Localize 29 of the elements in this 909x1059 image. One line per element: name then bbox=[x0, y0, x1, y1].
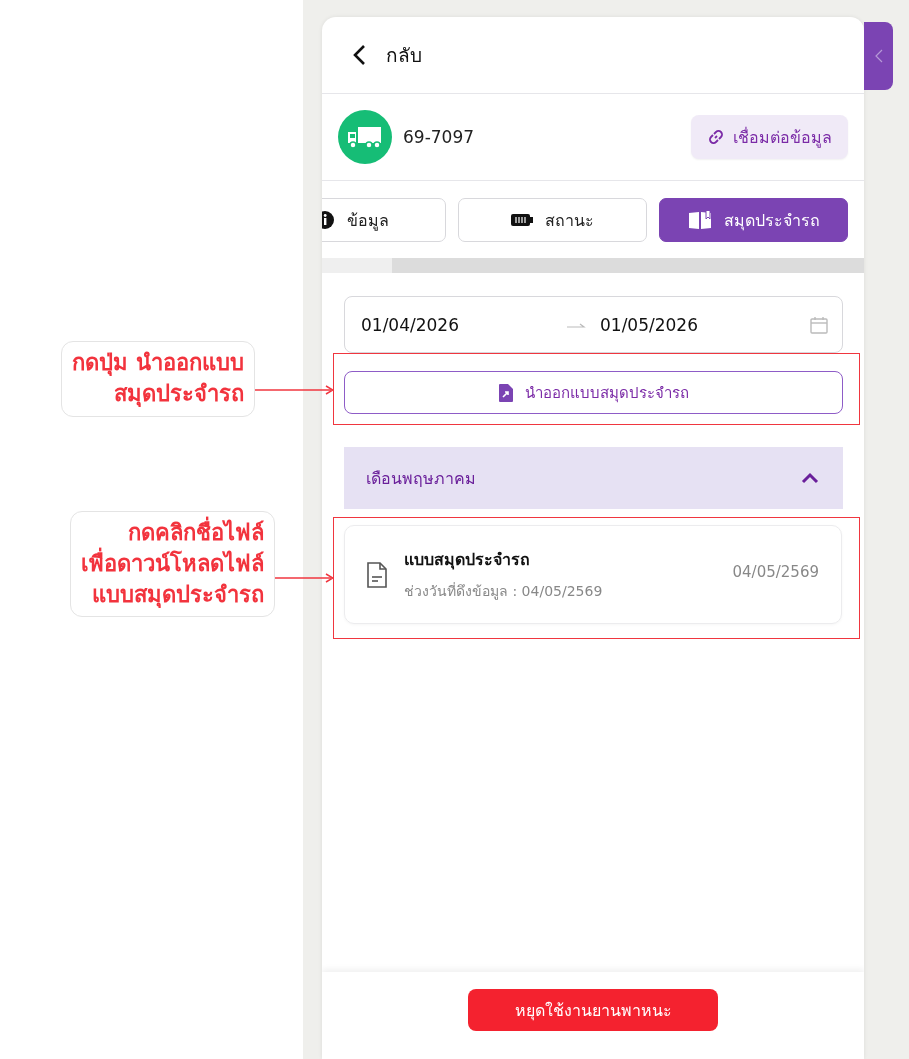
file-name-link[interactable]: แบบสมุดประจำรถ bbox=[404, 547, 716, 572]
stop-vehicle-button[interactable]: หยุดใช้งานยานพาหนะ bbox=[468, 989, 718, 1031]
truck-icon bbox=[338, 110, 392, 164]
annotation-note: กดปุ่ม นำออกแบบ สมุดประจำรถ bbox=[61, 341, 255, 417]
file-date: 04/05/2569 bbox=[732, 562, 819, 581]
file-card[interactable]: แบบสมุดประจำรถ ช่วงวันที่ดึงข้อมูล : 04/05/2569 04/05/2569 bbox=[344, 525, 842, 624]
annotation-note: กดคลิกชื่อไฟล์ เพื่อดาวน์โหลดไฟล์ แบบสมุดประจำรถ bbox=[70, 511, 275, 618]
tab[interactable]: สมุดประจำรถ bbox=[659, 198, 848, 242]
collapse-side-tab[interactable] bbox=[864, 22, 893, 90]
battery-icon bbox=[511, 213, 533, 227]
connect-data-button[interactable]: เชื่อมต่อข้อมูล bbox=[691, 115, 848, 159]
month-group-header[interactable]: เดือนพฤษภาคม bbox=[344, 447, 843, 509]
back-icon[interactable] bbox=[352, 44, 366, 66]
tab[interactable]: สถานะ bbox=[458, 198, 647, 242]
file-export-icon bbox=[498, 383, 513, 402]
file-subtitle: ช่วงวันที่ดึงข้อมูล : 04/05/2569 bbox=[404, 581, 604, 602]
chevron-icon bbox=[874, 49, 883, 63]
scrollbar[interactable] bbox=[322, 258, 864, 273]
date-range-field[interactable]: 01/04/2026 01/05/2026 bbox=[344, 296, 843, 353]
back-label[interactable]: กลับ bbox=[386, 40, 422, 70]
chevron-icon bbox=[801, 472, 819, 484]
link-icon bbox=[707, 128, 725, 146]
book-icon bbox=[687, 210, 712, 230]
export-logbook-button[interactable]: นำออกแบบสมุดประจำรถ bbox=[344, 371, 843, 414]
calendar-icon[interactable] bbox=[810, 315, 828, 334]
vehicle-plate: 69-7097 bbox=[403, 127, 476, 147]
annotation-arrow bbox=[275, 572, 333, 584]
tab[interactable]: ข้อมูล bbox=[322, 198, 446, 242]
document-icon bbox=[367, 561, 387, 588]
